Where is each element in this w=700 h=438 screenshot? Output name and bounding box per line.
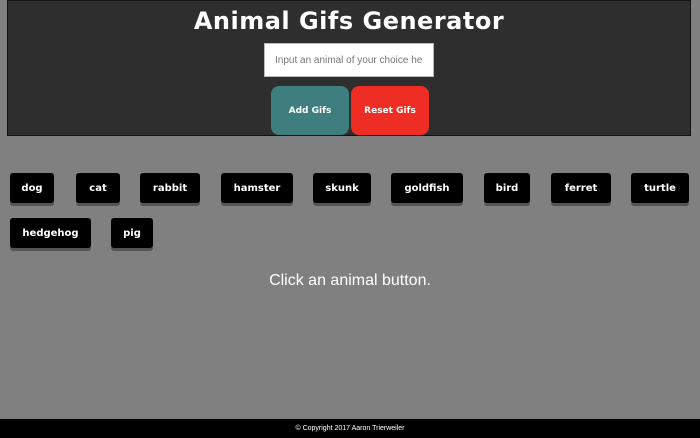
instruction-text: Click an animal button.: [269, 272, 431, 289]
animal-button-cat[interactable]: cat: [76, 173, 120, 203]
animal-button-ferret[interactable]: ferret: [551, 173, 611, 203]
animal-button-hamster[interactable]: hamster: [221, 173, 293, 203]
page-title: Animal Gifs Generator: [193, 7, 505, 35]
animal-button-skunk[interactable]: skunk: [313, 173, 371, 203]
footer-copyright: © Copyright 2017 Aaron Trierweiler: [0, 419, 700, 438]
animal-button-bird[interactable]: bird: [484, 173, 530, 203]
animal-button-turtle[interactable]: turtle: [631, 173, 689, 203]
add-gifs-button[interactable]: Add Gifs: [271, 86, 349, 135]
animal-button-hedgehog[interactable]: hedgehog: [10, 218, 91, 248]
animal-button-pig[interactable]: pig: [111, 218, 153, 248]
animal-search-input[interactable]: [264, 43, 434, 77]
animal-button-dog[interactable]: dog: [10, 173, 54, 203]
reset-gifs-button[interactable]: Reset Gifs: [351, 86, 429, 135]
animal-button-goldfish[interactable]: goldfish: [391, 173, 463, 203]
animal-button-rabbit[interactable]: rabbit: [140, 173, 200, 203]
header-panel: Animal Gifs Generator Add Gifs Reset Gif…: [7, 0, 691, 136]
